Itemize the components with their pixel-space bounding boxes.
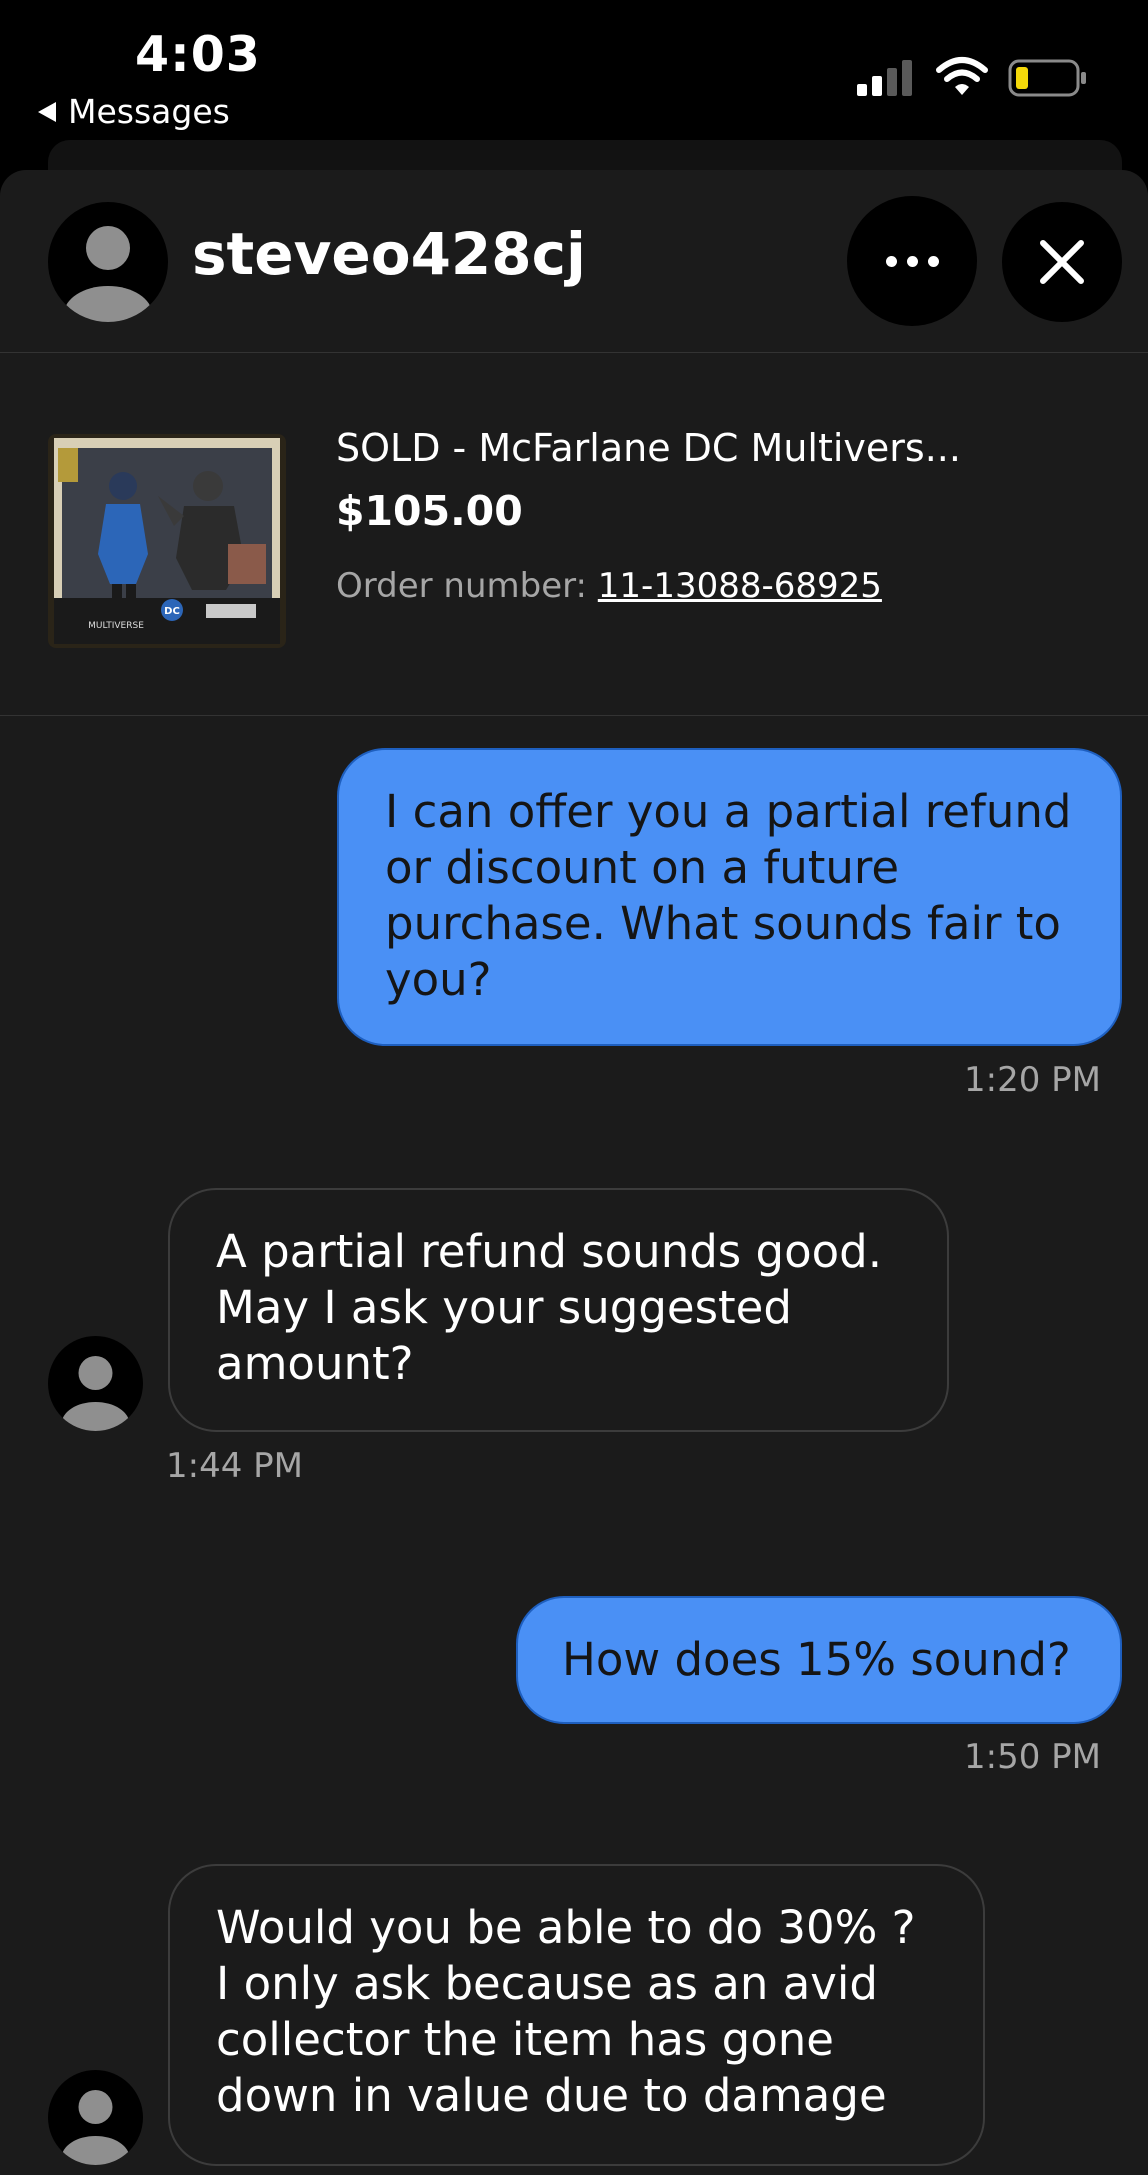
more-options-button[interactable] (847, 196, 977, 326)
action-figure-box-image: DC MULTIVERSE (48, 434, 286, 648)
item-price: $105.00 (336, 487, 523, 535)
message-bubble-incoming[interactable]: Would you be able to do 30% ? I only ask… (168, 1864, 985, 2166)
box-badge-text: DC (164, 606, 180, 617)
default-avatar-icon (61, 2090, 130, 2165)
box-brand-text: MULTIVERSE (88, 621, 144, 631)
dot-icon (906, 255, 918, 267)
dot-icon (885, 255, 897, 267)
status-time: 4:03 (135, 26, 261, 83)
message-bubble-outgoing[interactable]: How does 15% sound? (516, 1596, 1122, 1724)
message-timestamp: 1:44 PM (166, 1446, 303, 1486)
item-thumbnail[interactable]: DC MULTIVERSE (48, 434, 286, 648)
battery-icon (1008, 59, 1086, 97)
conversation-header: steveo428cj (0, 170, 1148, 353)
order-number-link[interactable]: 11-13088-68925 (598, 566, 882, 606)
order-info: Order number: 11-13088-68925 (336, 566, 882, 606)
wifi-icon (936, 57, 988, 95)
message-timestamp: 1:20 PM (964, 1060, 1101, 1100)
message-bubble-outgoing[interactable]: I can offer you a partial refund or disc… (337, 748, 1122, 1046)
item-summary[interactable]: DC MULTIVERSE SOLD - McFarlane DC Multiv… (0, 352, 1148, 716)
message-bubble-incoming[interactable]: A partial refund sounds good. May I ask … (168, 1188, 949, 1432)
message-timestamp: 1:50 PM (964, 1737, 1101, 1777)
back-arrow-icon (38, 101, 56, 122)
avatar[interactable] (48, 1336, 143, 1431)
close-icon (1040, 240, 1084, 284)
close-button[interactable] (1002, 202, 1122, 322)
back-to-messages-link[interactable]: Messages (38, 92, 230, 131)
dot-icon (927, 255, 939, 267)
back-label: Messages (68, 92, 230, 131)
item-title[interactable]: SOLD - McFarlane DC Multivers... (336, 426, 961, 470)
default-avatar-icon (64, 226, 152, 322)
conversation-username[interactable]: steveo428cj (192, 220, 586, 288)
default-avatar-icon (61, 1356, 130, 1431)
avatar[interactable] (48, 202, 168, 322)
cellular-signal-icon (857, 60, 912, 96)
order-number-label: Order number: (336, 566, 598, 606)
avatar[interactable] (48, 2070, 143, 2165)
status-bar: 4:03 Messages (0, 0, 1148, 140)
conversation-sheet: steveo428cj DC MULTIVERSE SOLD - McFarla… (0, 170, 1148, 2175)
